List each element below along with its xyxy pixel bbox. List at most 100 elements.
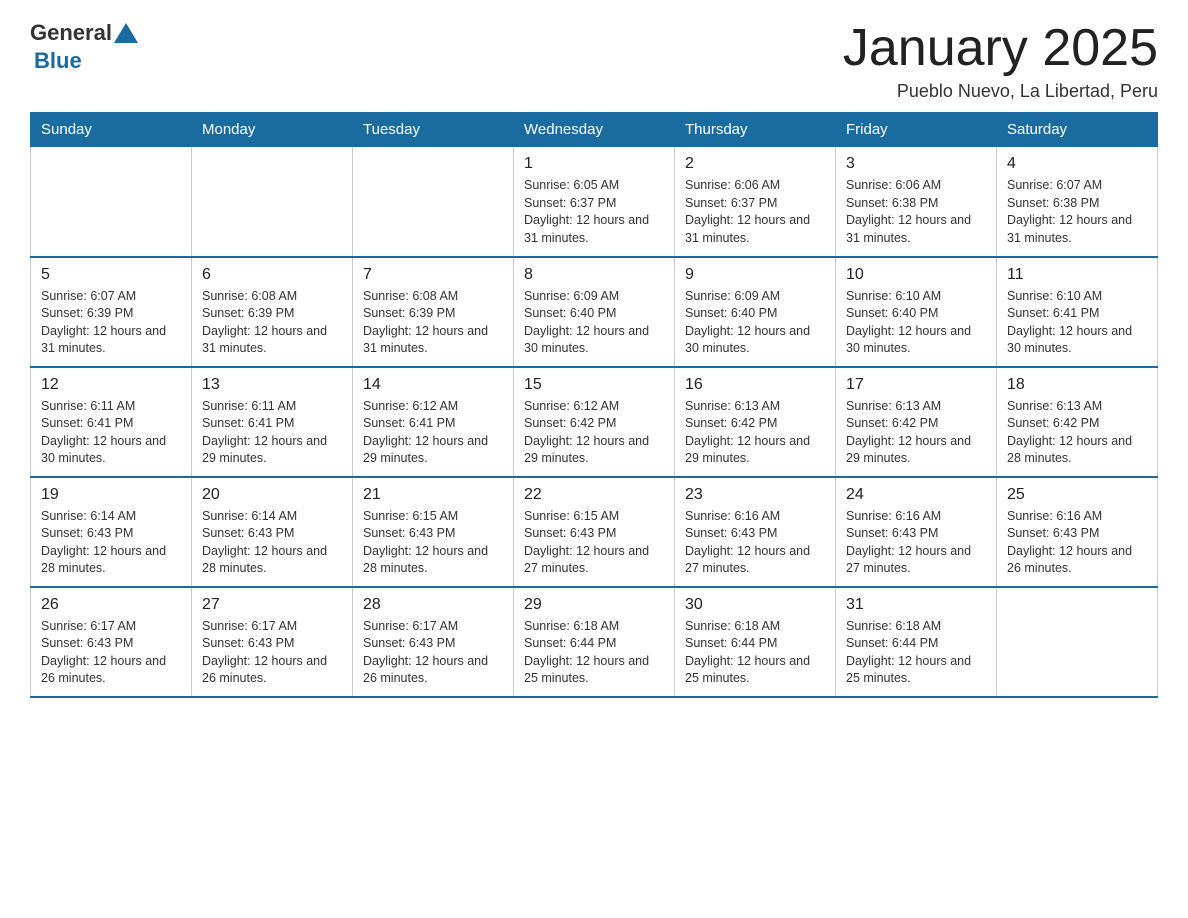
calendar-cell: 21 Sunrise: 6:15 AM Sunset: 6:43 PM Dayli… [353, 477, 514, 587]
calendar-cell: 13 Sunrise: 6:11 AM Sunset: 6:41 PM Dayli… [192, 367, 353, 477]
day-number: 12 [41, 376, 181, 394]
cell-info: Sunrise: 6:11 AM Sunset: 6:41 PM Dayligh… [202, 398, 342, 468]
calendar-table: SundayMondayTuesdayWednesdayThursdayFrid… [30, 112, 1158, 698]
day-number: 4 [1007, 155, 1147, 173]
calendar-cell: 19 Sunrise: 6:14 AM Sunset: 6:43 PM Dayli… [31, 477, 192, 587]
calendar-cell: 31 Sunrise: 6:18 AM Sunset: 6:44 PM Dayli… [836, 587, 997, 697]
calendar-cell: 7Sunrise: 6:08 AM Sunset: 6:39 PM Daylig… [353, 257, 514, 367]
cell-info: Sunrise: 6:16 AM Sunset: 6:43 PM Dayligh… [1007, 508, 1147, 578]
day-number: 28 [363, 596, 503, 614]
day-number: 18 [1007, 376, 1147, 394]
calendar-cell: 6 Sunrise: 6:08 AM Sunset: 6:39 PM Daylig… [192, 257, 353, 367]
day-number: 17 [846, 376, 986, 394]
calendar-cell: 15 Sunrise: 6:12 AM Sunset: 6:42 PM Dayli… [514, 367, 675, 477]
day-number: 5 [41, 266, 181, 284]
calendar-cell: 18 Sunrise: 6:13 AM Sunset: 6:42 PM Dayli… [997, 367, 1158, 477]
calendar-cell: 25 Sunrise: 6:16 AM Sunset: 6:43 PM Dayli… [997, 477, 1158, 587]
cell-info: Sunrise: 6:10 AM Sunset: 6:40 PM Dayligh… [846, 288, 986, 358]
calendar-cell: 5Sunrise: 6:07 AM Sunset: 6:39 PM Daylig… [31, 257, 192, 367]
calendar-cell [31, 147, 192, 257]
title-section: January 2025 Pueblo Nuevo, La Libertad, … [843, 20, 1158, 102]
weekday-header-friday: Friday [836, 113, 997, 147]
weekday-header-saturday: Saturday [997, 113, 1158, 147]
logo: General Blue [30, 20, 140, 74]
day-number: 1 [524, 155, 664, 173]
calendar-cell: 11 Sunrise: 6:10 AM Sunset: 6:41 PM Dayli… [997, 257, 1158, 367]
cell-info: Sunrise: 6:18 AM Sunset: 6:44 PM Dayligh… [524, 618, 664, 688]
day-number: 25 [1007, 486, 1147, 504]
calendar-cell: 9 Sunrise: 6:09 AM Sunset: 6:40 PM Daylig… [675, 257, 836, 367]
calendar-cell: 4 Sunrise: 6:07 AM Sunset: 6:38 PM Daylig… [997, 147, 1158, 257]
cell-info: Sunrise: 6:14 AM Sunset: 6:43 PM Dayligh… [202, 508, 342, 578]
calendar-week-5: 26Sunrise: 6:17 AM Sunset: 6:43 PM Dayli… [31, 587, 1158, 697]
day-number: 6 [202, 266, 342, 284]
cell-info: Sunrise: 6:05 AM Sunset: 6:37 PM Dayligh… [524, 177, 664, 247]
day-number: 16 [685, 376, 825, 394]
page-header: General Blue January 2025 Pueblo Nuevo, … [30, 20, 1158, 102]
calendar-week-4: 19 Sunrise: 6:14 AM Sunset: 6:43 PM Dayli… [31, 477, 1158, 587]
cell-info: Sunrise: 6:16 AM Sunset: 6:43 PM Dayligh… [846, 508, 986, 578]
cell-info: Sunrise: 6:18 AM Sunset: 6:44 PM Dayligh… [685, 618, 825, 688]
calendar-week-2: 5Sunrise: 6:07 AM Sunset: 6:39 PM Daylig… [31, 257, 1158, 367]
cell-info: Sunrise: 6:15 AM Sunset: 6:43 PM Dayligh… [524, 508, 664, 578]
calendar-cell: 27Sunrise: 6:17 AM Sunset: 6:43 PM Dayli… [192, 587, 353, 697]
cell-info: Sunrise: 6:17 AM Sunset: 6:43 PM Dayligh… [363, 618, 503, 688]
cell-info: Sunrise: 6:13 AM Sunset: 6:42 PM Dayligh… [846, 398, 986, 468]
weekday-header-tuesday: Tuesday [353, 113, 514, 147]
calendar-cell [353, 147, 514, 257]
calendar-week-1: 1 Sunrise: 6:05 AM Sunset: 6:37 PM Daylig… [31, 147, 1158, 257]
cell-info: Sunrise: 6:18 AM Sunset: 6:44 PM Dayligh… [846, 618, 986, 688]
logo-triangle-icon [114, 23, 138, 43]
calendar-week-3: 12 Sunrise: 6:11 AM Sunset: 6:41 PM Dayli… [31, 367, 1158, 477]
calendar-cell: 14 Sunrise: 6:12 AM Sunset: 6:41 PM Dayli… [353, 367, 514, 477]
weekday-header-wednesday: Wednesday [514, 113, 675, 147]
day-number: 13 [202, 376, 342, 394]
calendar-cell: 26Sunrise: 6:17 AM Sunset: 6:43 PM Dayli… [31, 587, 192, 697]
calendar-cell: 30Sunrise: 6:18 AM Sunset: 6:44 PM Dayli… [675, 587, 836, 697]
day-number: 7 [363, 266, 503, 284]
calendar-cell: 2Sunrise: 6:06 AM Sunset: 6:37 PM Daylig… [675, 147, 836, 257]
calendar-cell: 1 Sunrise: 6:05 AM Sunset: 6:37 PM Daylig… [514, 147, 675, 257]
cell-info: Sunrise: 6:13 AM Sunset: 6:42 PM Dayligh… [1007, 398, 1147, 468]
cell-info: Sunrise: 6:12 AM Sunset: 6:42 PM Dayligh… [524, 398, 664, 468]
day-number: 11 [1007, 266, 1147, 284]
cell-info: Sunrise: 6:06 AM Sunset: 6:37 PM Dayligh… [685, 177, 825, 247]
month-title: January 2025 [843, 20, 1158, 77]
day-number: 9 [685, 266, 825, 284]
cell-info: Sunrise: 6:11 AM Sunset: 6:41 PM Dayligh… [41, 398, 181, 468]
day-number: 15 [524, 376, 664, 394]
day-number: 27 [202, 596, 342, 614]
day-number: 21 [363, 486, 503, 504]
logo-blue-text: Blue [34, 48, 82, 74]
calendar-cell: 28 Sunrise: 6:17 AM Sunset: 6:43 PM Dayli… [353, 587, 514, 697]
day-number: 10 [846, 266, 986, 284]
cell-info: Sunrise: 6:15 AM Sunset: 6:43 PM Dayligh… [363, 508, 503, 578]
calendar-cell: 23Sunrise: 6:16 AM Sunset: 6:43 PM Dayli… [675, 477, 836, 587]
cell-info: Sunrise: 6:08 AM Sunset: 6:39 PM Dayligh… [202, 288, 342, 358]
day-number: 20 [202, 486, 342, 504]
day-number: 22 [524, 486, 664, 504]
calendar-cell: 3Sunrise: 6:06 AM Sunset: 6:38 PM Daylig… [836, 147, 997, 257]
cell-info: Sunrise: 6:14 AM Sunset: 6:43 PM Dayligh… [41, 508, 181, 578]
calendar-cell: 16 Sunrise: 6:13 AM Sunset: 6:42 PM Dayli… [675, 367, 836, 477]
cell-info: Sunrise: 6:07 AM Sunset: 6:38 PM Dayligh… [1007, 177, 1147, 247]
location-text: Pueblo Nuevo, La Libertad, Peru [843, 81, 1158, 102]
calendar-cell: 29Sunrise: 6:18 AM Sunset: 6:44 PM Dayli… [514, 587, 675, 697]
calendar-cell: 22 Sunrise: 6:15 AM Sunset: 6:43 PM Dayli… [514, 477, 675, 587]
calendar-cell: 17 Sunrise: 6:13 AM Sunset: 6:42 PM Dayli… [836, 367, 997, 477]
cell-info: Sunrise: 6:12 AM Sunset: 6:41 PM Dayligh… [363, 398, 503, 468]
calendar-cell [192, 147, 353, 257]
day-number: 19 [41, 486, 181, 504]
day-number: 31 [846, 596, 986, 614]
calendar-cell: 20 Sunrise: 6:14 AM Sunset: 6:43 PM Dayli… [192, 477, 353, 587]
day-number: 14 [363, 376, 503, 394]
calendar-cell: 8Sunrise: 6:09 AM Sunset: 6:40 PM Daylig… [514, 257, 675, 367]
cell-info: Sunrise: 6:17 AM Sunset: 6:43 PM Dayligh… [41, 618, 181, 688]
cell-info: Sunrise: 6:06 AM Sunset: 6:38 PM Dayligh… [846, 177, 986, 247]
calendar-cell: 10 Sunrise: 6:10 AM Sunset: 6:40 PM Dayli… [836, 257, 997, 367]
calendar-cell: 12 Sunrise: 6:11 AM Sunset: 6:41 PM Dayli… [31, 367, 192, 477]
cell-info: Sunrise: 6:09 AM Sunset: 6:40 PM Dayligh… [685, 288, 825, 358]
cell-info: Sunrise: 6:13 AM Sunset: 6:42 PM Dayligh… [685, 398, 825, 468]
calendar-cell [997, 587, 1158, 697]
cell-info: Sunrise: 6:10 AM Sunset: 6:41 PM Dayligh… [1007, 288, 1147, 358]
